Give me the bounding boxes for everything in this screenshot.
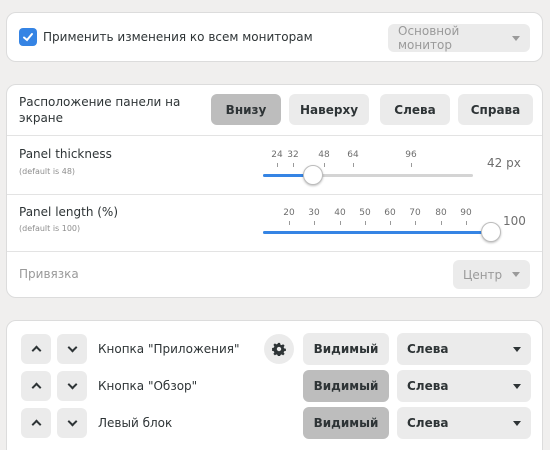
anchor-dropdown-label: Центр bbox=[463, 267, 503, 282]
chevron-down-icon bbox=[67, 416, 77, 427]
length-slider[interactable] bbox=[263, 231, 493, 234]
visibility-button[interactable]: Видимый bbox=[303, 370, 389, 402]
element-position-dropdown[interactable]: Слева bbox=[397, 407, 531, 439]
position-top-label: Наверху bbox=[299, 102, 359, 117]
separator bbox=[7, 251, 542, 252]
thickness-value: 42 px bbox=[487, 156, 521, 170]
move-down-button[interactable] bbox=[57, 371, 87, 401]
apply-all-label: Применить изменения ко всем мониторам bbox=[43, 30, 313, 44]
panel-settings-card: Расположение панели на экране Внизу Наве… bbox=[6, 84, 543, 298]
chevron-down-icon bbox=[513, 420, 521, 426]
position-left-label: Слева bbox=[394, 102, 436, 117]
length-tick bbox=[314, 221, 315, 225]
length-mark-20: 20 bbox=[283, 208, 295, 218]
visibility-label: Видимый bbox=[313, 416, 379, 430]
move-up-button[interactable] bbox=[21, 371, 51, 401]
thickness-tick bbox=[293, 163, 294, 167]
length-tick bbox=[365, 221, 366, 225]
chevron-down-icon bbox=[513, 383, 521, 389]
panel-elements-card: Кнопка "Приложения" Видимый Слева Кнопка… bbox=[6, 320, 543, 450]
move-up-button[interactable] bbox=[21, 334, 51, 364]
position-right-label: Справа bbox=[470, 102, 521, 117]
apply-all-checkbox[interactable] bbox=[19, 28, 37, 46]
move-down-button[interactable] bbox=[57, 408, 87, 438]
position-label: Расположение панели на экране bbox=[19, 95, 181, 125]
element-position-label: Слева bbox=[407, 342, 449, 356]
thickness-mark-96: 96 bbox=[405, 150, 417, 160]
thickness-tick bbox=[411, 163, 412, 167]
thickness-slider-handle[interactable] bbox=[303, 165, 323, 185]
position-top-button[interactable]: Наверху bbox=[289, 94, 369, 125]
gear-icon bbox=[272, 342, 286, 356]
length-mark-80: 80 bbox=[435, 208, 447, 218]
visibility-button[interactable]: Видимый bbox=[303, 407, 389, 439]
thickness-mark-64: 64 bbox=[347, 150, 359, 160]
element-name: Кнопка "Обзор" bbox=[98, 379, 198, 393]
chevron-down-icon bbox=[513, 346, 521, 352]
position-right-button[interactable]: Справа bbox=[458, 94, 533, 125]
position-bottom-button[interactable]: Внизу bbox=[211, 94, 281, 125]
length-slider-handle[interactable] bbox=[481, 222, 501, 242]
length-mark-60: 60 bbox=[384, 208, 396, 218]
chevron-down-icon bbox=[512, 35, 520, 41]
check-icon bbox=[23, 33, 33, 42]
position-bottom-label: Внизу bbox=[225, 102, 267, 117]
thickness-label: Panel thickness bbox=[19, 147, 112, 161]
length-slider-fill bbox=[263, 231, 493, 234]
thickness-tick bbox=[353, 163, 354, 167]
move-down-button[interactable] bbox=[57, 334, 87, 364]
length-mark-50: 50 bbox=[359, 208, 371, 218]
length-tick bbox=[289, 221, 290, 225]
chevron-up-icon bbox=[31, 345, 41, 356]
thickness-mark-24: 24 bbox=[271, 150, 283, 160]
thickness-tick bbox=[277, 163, 278, 167]
element-position-dropdown[interactable]: Слева bbox=[397, 370, 531, 402]
length-tick bbox=[415, 221, 416, 225]
length-tick bbox=[441, 221, 442, 225]
monitor-dropdown-label: Основной монитор bbox=[398, 24, 460, 52]
separator bbox=[7, 135, 542, 136]
length-tick bbox=[340, 221, 341, 225]
length-mark-90: 90 bbox=[460, 208, 472, 218]
element-name: Левый блок bbox=[98, 416, 173, 430]
visibility-label: Видимый bbox=[313, 379, 379, 393]
thickness-tick bbox=[324, 163, 325, 167]
chevron-up-icon bbox=[31, 382, 41, 393]
visibility-button[interactable]: Видимый bbox=[303, 333, 389, 365]
thickness-mark-32: 32 bbox=[287, 150, 299, 160]
chevron-down-icon bbox=[67, 379, 77, 390]
chevron-down-icon bbox=[67, 342, 77, 353]
length-tick bbox=[466, 221, 467, 225]
visibility-label: Видимый bbox=[313, 342, 379, 356]
length-mark-70: 70 bbox=[409, 208, 421, 218]
thickness-mark-48: 48 bbox=[318, 150, 330, 160]
element-name: Кнопка "Приложения" bbox=[98, 342, 240, 356]
length-label: Panel length (%) bbox=[19, 205, 119, 219]
chevron-up-icon bbox=[31, 419, 41, 430]
element-settings-button[interactable] bbox=[264, 334, 294, 364]
element-position-dropdown[interactable]: Слева bbox=[397, 333, 531, 365]
length-mark-40: 40 bbox=[334, 208, 346, 218]
thickness-slider[interactable] bbox=[263, 174, 473, 177]
element-position-label: Слева bbox=[407, 416, 449, 430]
position-left-button[interactable]: Слева bbox=[380, 94, 450, 125]
monitor-card: Применить изменения ко всем мониторам Ос… bbox=[6, 12, 543, 62]
length-tick bbox=[390, 221, 391, 225]
monitor-dropdown[interactable]: Основной монитор bbox=[388, 24, 530, 52]
length-sublabel: (default is 100) bbox=[19, 224, 81, 233]
thickness-sublabel: (default is 48) bbox=[19, 167, 76, 176]
length-value: 100 bbox=[503, 214, 526, 228]
chevron-down-icon bbox=[512, 272, 520, 277]
separator bbox=[7, 194, 542, 195]
length-mark-30: 30 bbox=[308, 208, 320, 218]
anchor-dropdown[interactable]: Центр bbox=[453, 260, 530, 289]
move-up-button[interactable] bbox=[21, 408, 51, 438]
element-position-label: Слева bbox=[407, 379, 449, 393]
anchor-label: Привязка bbox=[19, 267, 79, 281]
